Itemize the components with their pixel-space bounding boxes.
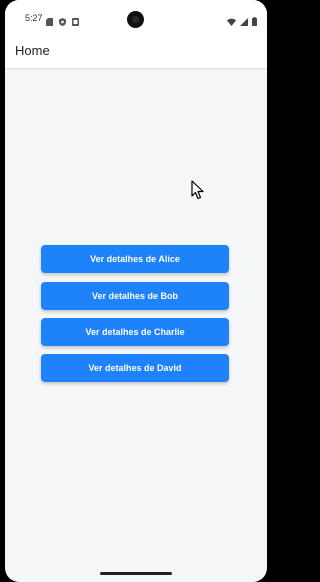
- notification-icon: [72, 13, 79, 31]
- status-icons-right: [227, 13, 257, 31]
- main-content: Ver detalhes de Alice Ver detalhes de Bo…: [5, 68, 267, 568]
- signal-icon: [240, 13, 248, 31]
- view-bob-button[interactable]: Ver detalhes de Bob: [41, 282, 229, 310]
- status-bar: 5:27: [5, 0, 267, 36]
- view-charlie-button[interactable]: Ver detalhes de Charlie: [41, 318, 229, 346]
- sd-card-icon: [46, 13, 53, 31]
- battery-icon: [252, 13, 257, 31]
- front-camera: [127, 11, 144, 28]
- device-screen: 5:27 Home Ver detalhes de Alice Ver deta…: [5, 0, 267, 582]
- camera-lens: [132, 16, 139, 23]
- app-bar: Home: [5, 36, 267, 68]
- view-alice-button[interactable]: Ver detalhes de Alice: [41, 245, 229, 273]
- status-time: 5:27: [25, 13, 43, 23]
- wifi-icon: [227, 13, 236, 31]
- page-title: Home: [15, 43, 50, 58]
- gesture-nav-handle[interactable]: [100, 572, 172, 575]
- mouse-pointer-icon: [191, 180, 205, 200]
- status-icons-left: [46, 13, 79, 31]
- shield-icon: [59, 13, 66, 31]
- view-david-button[interactable]: Ver detalhes de David: [41, 354, 229, 382]
